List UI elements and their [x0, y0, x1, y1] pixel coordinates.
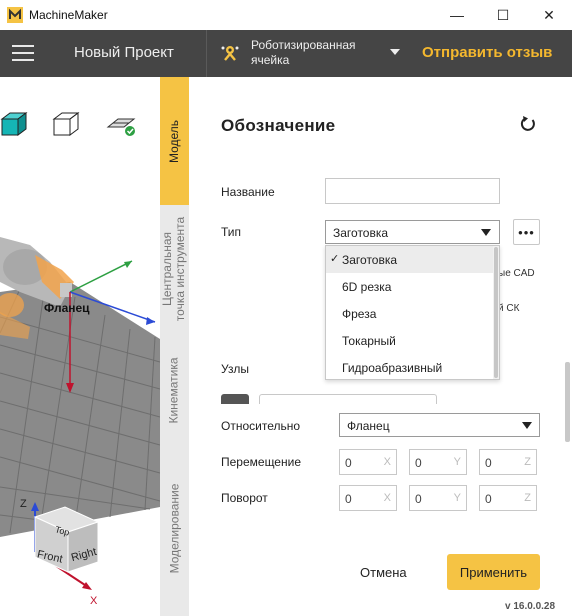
rotate-label: Поворот — [221, 491, 268, 505]
move-x-input[interactable]: 0X — [339, 449, 397, 475]
apply-button[interactable]: Применить — [447, 554, 540, 590]
move-y-input[interactable]: 0Y — [409, 449, 467, 475]
3d-viewport[interactable]: Фланец Z X Top Front Right — [0, 77, 160, 616]
scene-canvas — [0, 237, 160, 590]
vertical-tab-strip: Модель Центральная точка инструмента Кин… — [160, 77, 189, 616]
node-field[interactable] — [259, 394, 437, 404]
node-swatch[interactable] — [221, 394, 249, 404]
dropdown-option-lathe[interactable]: Токарный — [326, 327, 494, 354]
axis-z-label: Z — [20, 498, 27, 510]
more-options-button[interactable]: ••• — [513, 219, 540, 245]
tab-kinematics-label: Кинематика — [167, 357, 182, 424]
rotate-y-input[interactable]: 0Y — [409, 485, 467, 511]
minimize-button[interactable]: — — [434, 0, 480, 30]
close-icon: ✕ — [543, 6, 555, 23]
box-wireframe-icon[interactable] — [52, 111, 80, 139]
relative-select-value: Фланец — [347, 419, 390, 433]
chevron-down-icon[interactable] — [481, 229, 491, 236]
relative-select[interactable]: Фланец — [339, 413, 540, 437]
tab-tcp-label: Центральная точка инструмента — [160, 216, 188, 322]
type-label: Тип — [221, 225, 242, 239]
tab-tool-center-point[interactable]: Центральная точка инструмента — [160, 205, 189, 333]
box-front-icon[interactable] — [0, 111, 28, 139]
more-icon: ••• — [518, 224, 535, 240]
header-divider — [206, 30, 207, 77]
relative-label: Относительно — [221, 419, 301, 433]
type-select[interactable]: Заготовка — [325, 220, 500, 244]
chevron-down-icon[interactable] — [522, 422, 532, 429]
panel-scrollbar[interactable] — [565, 362, 570, 442]
project-title[interactable]: Новый Проект — [74, 44, 174, 61]
reset-icon[interactable] — [519, 115, 537, 133]
version-label: v 16.0.0.28 — [505, 601, 556, 612]
dropdown-option-6d-cutting[interactable]: 6D резка — [326, 273, 494, 300]
dropdown-option-waterjet[interactable]: Гидроабразивный — [326, 354, 494, 381]
app-title: MachineMaker — [29, 8, 108, 22]
tab-model[interactable]: Модель — [160, 77, 189, 205]
dropdown-scrollbar[interactable] — [493, 246, 499, 379]
type-select-value: Заготовка — [333, 226, 389, 240]
axis-x-label: X — [90, 595, 98, 607]
tab-kinematics[interactable]: Кинематика — [160, 333, 189, 448]
apply-button-label: Применить — [459, 564, 528, 580]
rotate-z-input[interactable]: 0Z — [479, 485, 537, 511]
flange-label: Фланец — [44, 301, 90, 315]
app-header: Новый Проект Роботизированная ячейка Отп… — [0, 30, 572, 77]
hidden-option-text-2: й СК — [498, 303, 520, 314]
name-label: Название — [221, 185, 275, 199]
dropdown-option-blank[interactable]: ✓ Заготовка — [326, 246, 494, 273]
maximize-button[interactable]: ☐ — [480, 0, 526, 30]
robot-cell-icon — [221, 46, 239, 61]
plane-check-icon[interactable] — [106, 113, 138, 139]
tab-model-label: Модель — [167, 119, 182, 163]
check-icon: ✓ — [330, 253, 340, 265]
type-dropdown-list: ✓ Заготовка 6D резка Фреза Токарный Гидр… — [325, 245, 500, 380]
dropdown-option-mill[interactable]: Фреза — [326, 300, 494, 327]
rotate-x-input[interactable]: 0X — [339, 485, 397, 511]
tab-simulation[interactable]: Моделирование — [160, 448, 189, 608]
name-input[interactable] — [325, 178, 500, 204]
move-label: Перемещение — [221, 455, 301, 469]
nodes-label: Узлы — [221, 362, 249, 376]
hidden-option-text-1: ые CAD — [498, 268, 535, 279]
menu-icon[interactable] — [12, 45, 34, 61]
feedback-link[interactable]: Отправить отзыв — [422, 44, 552, 61]
cell-selector-label[interactable]: Роботизированная ячейка — [251, 38, 381, 68]
move-z-input[interactable]: 0Z — [479, 449, 537, 475]
maximize-icon: ☐ — [496, 6, 510, 23]
panel-title: Обозначение — [221, 116, 336, 135]
cancel-button[interactable]: Отмена — [360, 565, 407, 580]
tab-simulation-label: Моделирование — [167, 483, 182, 573]
machinemaker-logo-icon — [7, 7, 23, 23]
close-button[interactable]: ✕ — [526, 0, 572, 30]
minimize-icon: — — [450, 7, 464, 23]
chevron-down-icon[interactable] — [390, 49, 400, 55]
title-bar: MachineMaker — ☐ ✕ — [0, 0, 572, 30]
